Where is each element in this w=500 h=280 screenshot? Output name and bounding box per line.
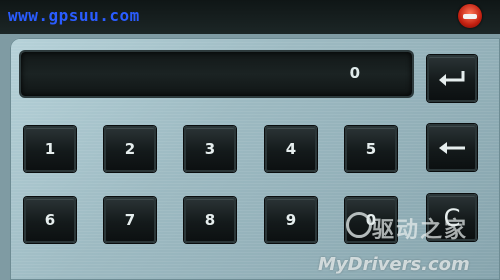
enter-button[interactable] xyxy=(427,55,477,102)
key-2[interactable]: 2 xyxy=(104,126,156,172)
key-3[interactable]: 3 xyxy=(184,126,236,172)
display-value: 0 xyxy=(349,64,360,82)
key-0[interactable]: 0 xyxy=(345,197,397,243)
key-7[interactable]: 7 xyxy=(104,197,156,243)
top-bar: www.gpsuu.com xyxy=(0,0,500,34)
close-button[interactable] xyxy=(458,4,482,28)
minus-icon xyxy=(463,13,477,19)
key-9[interactable]: 9 xyxy=(265,197,317,243)
backspace-icon xyxy=(437,140,467,156)
key-6[interactable]: 6 xyxy=(24,197,76,243)
backspace-button[interactable] xyxy=(427,124,477,171)
site-url-text: www.gpsuu.com xyxy=(8,6,140,25)
key-5[interactable]: 5 xyxy=(345,126,397,172)
number-display: 0 xyxy=(21,52,412,96)
clear-button[interactable]: C xyxy=(427,194,477,241)
key-8[interactable]: 8 xyxy=(184,197,236,243)
enter-icon xyxy=(437,69,467,89)
key-1[interactable]: 1 xyxy=(24,126,76,172)
key-4[interactable]: 4 xyxy=(265,126,317,172)
